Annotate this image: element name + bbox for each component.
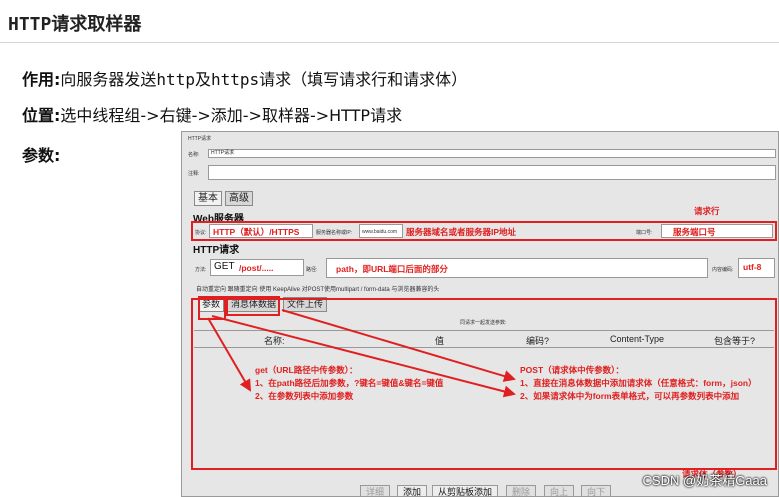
csdn-watermark: CSDN @奶茶精Gaaa: [642, 473, 767, 488]
title-divider: [0, 42, 779, 43]
add-from-clipboard-button[interactable]: 从剪贴板添加: [432, 485, 499, 496]
usage-label: 作用:: [22, 70, 61, 89]
move-up-button[interactable]: 向上: [544, 485, 575, 496]
location-text: 选中线程组->右键->添加->取样器->HTTP请求: [60, 106, 403, 125]
params-row: 参数:: [22, 142, 60, 166]
arrow-params-to-post: [211, 315, 516, 398]
location-row: 位置:选中线程组->右键->添加->取样器->HTTP请求: [22, 102, 402, 126]
add-button[interactable]: 添加: [397, 485, 428, 496]
arrow-body-to-post: [281, 309, 516, 382]
slide: HTTP请求取样器 作用:向服务器发送http及https请求（填写请求行和请求…: [0, 0, 779, 497]
jmeter-screenshot: HTTP请求 名称: HTTP请求 注释: 基本 高级 Web服务器 协议: H…: [181, 131, 779, 497]
delete-button[interactable]: 删除: [506, 485, 537, 496]
arrow-params-to-get: [207, 317, 252, 392]
usage-text-1: 向服务器发送: [60, 70, 157, 89]
annotation-arrows: [207, 309, 516, 398]
usage-https: https: [210, 70, 260, 89]
slide-title: HTTP请求取样器: [8, 14, 142, 35]
usage-text-2: 请求（填写请求行和请求体）: [259, 70, 468, 89]
usage-row: 作用:向服务器发送http及https请求（填写请求行和请求体）: [22, 66, 467, 90]
move-down-button[interactable]: 向下: [581, 485, 612, 496]
usage-http: http: [156, 70, 195, 89]
params-label: 参数:: [22, 146, 61, 165]
location-label: 位置:: [22, 106, 61, 125]
detail-button[interactable]: 详细: [360, 485, 391, 496]
usage-and: 及: [194, 70, 211, 89]
